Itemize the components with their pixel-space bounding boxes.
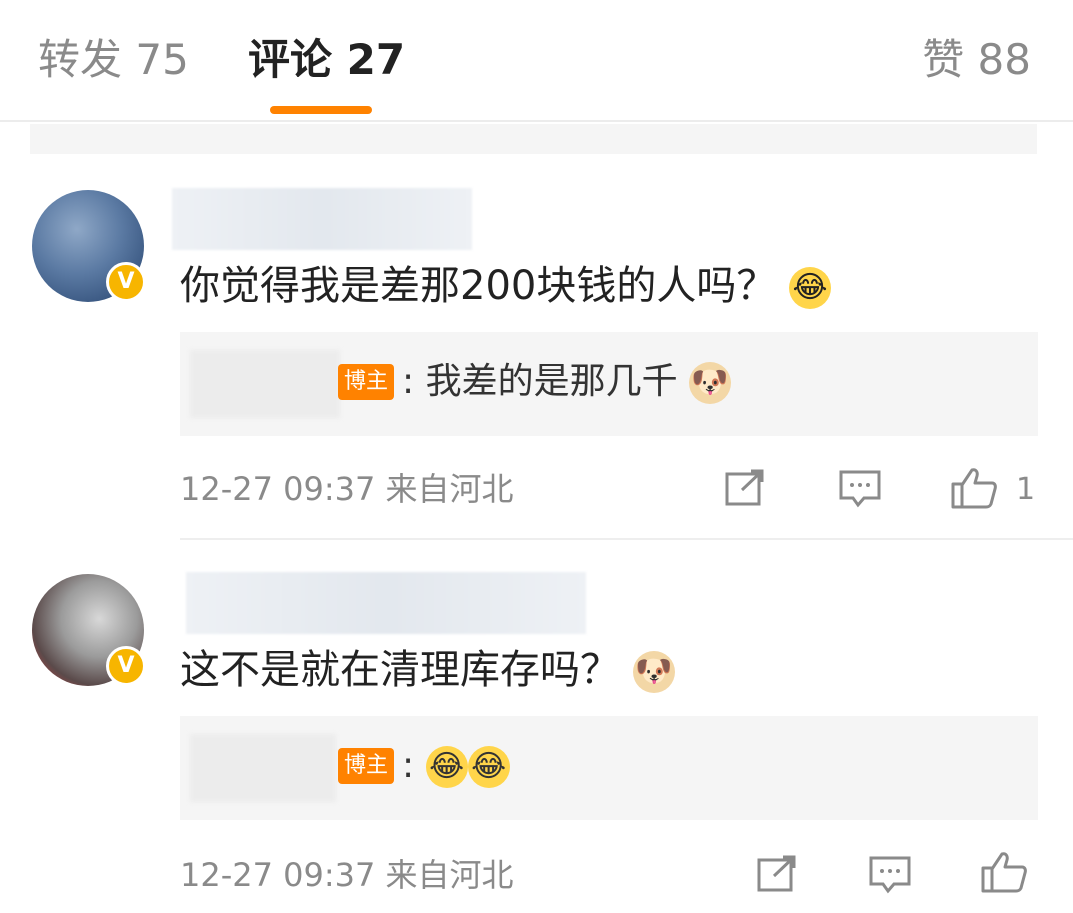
like-icon[interactable] — [980, 850, 1028, 894]
comment-icon[interactable] — [838, 468, 882, 508]
comment-location: 来自河北 — [385, 856, 514, 894]
share-icon[interactable] — [724, 468, 768, 508]
grin-emoji-icon: 😂 — [467, 746, 510, 788]
tab-comments[interactable]: 评论 27 — [248, 30, 405, 90]
blogger-reply[interactable]: 博主 : 我差的是那几千 🐶 — [180, 332, 1038, 436]
laughing-tears-emoji-icon: 😂 — [789, 267, 832, 309]
like-count: 1 — [1016, 472, 1036, 507]
reply-text: : 😂 😂 — [402, 738, 510, 794]
grin-emoji-icon: 😂 — [425, 746, 468, 788]
comment-meta: 12-27 09:37 来自河北 — [180, 852, 514, 898]
comments-page: 转发 75 评论 27 赞 88 V 你觉得我是差那200块钱的人吗？ 😂 博主… — [0, 0, 1073, 913]
verified-badge-icon: V — [106, 646, 146, 686]
comment-time: 12-27 09:37 — [180, 470, 376, 508]
comment-text: 这不是就在清理库存吗？ 🐶 — [180, 642, 675, 698]
comment-text-content: 你觉得我是差那200块钱的人吗？ — [180, 263, 777, 309]
blogger-reply[interactable]: 博主 : 😂 😂 — [180, 716, 1038, 820]
reply-username-blurred — [190, 350, 340, 418]
share-icon[interactable] — [756, 854, 800, 894]
active-tab-indicator — [270, 106, 372, 114]
comment-meta: 12-27 09:37 来自河北 — [180, 466, 514, 512]
comment-time: 12-27 09:37 — [180, 856, 376, 894]
comment-text-content: 这不是就在清理库存吗？ — [180, 647, 620, 693]
reply-text-content: : — [402, 745, 415, 786]
username-blurred[interactable] — [172, 188, 472, 250]
comment-text: 你觉得我是差那200块钱的人吗？ 😂 — [180, 258, 832, 314]
tab-repost[interactable]: 转发 75 — [38, 30, 189, 90]
doge-emoji-icon: 🐶 — [632, 651, 675, 693]
tab-bar: 转发 75 评论 27 赞 88 — [0, 0, 1073, 122]
reply-text-content: : 我差的是那几千 — [402, 361, 678, 402]
blogger-tag: 博主 — [338, 364, 395, 400]
doge-emoji-icon: 🐶 — [689, 362, 732, 404]
tab-likes[interactable]: 赞 88 — [922, 30, 1031, 90]
comment-location: 来自河北 — [385, 470, 514, 508]
verified-badge-icon: V — [106, 262, 146, 302]
avatar[interactable]: V — [32, 190, 146, 302]
divider — [180, 538, 1073, 540]
comment-icon[interactable] — [868, 854, 912, 894]
blogger-tag: 博主 — [338, 748, 395, 784]
reply-username-blurred — [190, 734, 336, 802]
username-blurred[interactable] — [186, 572, 586, 634]
separator-strip — [30, 124, 1037, 154]
reply-text: : 我差的是那几千 🐶 — [402, 354, 732, 410]
avatar[interactable]: V — [32, 574, 146, 686]
like-icon[interactable] — [950, 466, 998, 510]
